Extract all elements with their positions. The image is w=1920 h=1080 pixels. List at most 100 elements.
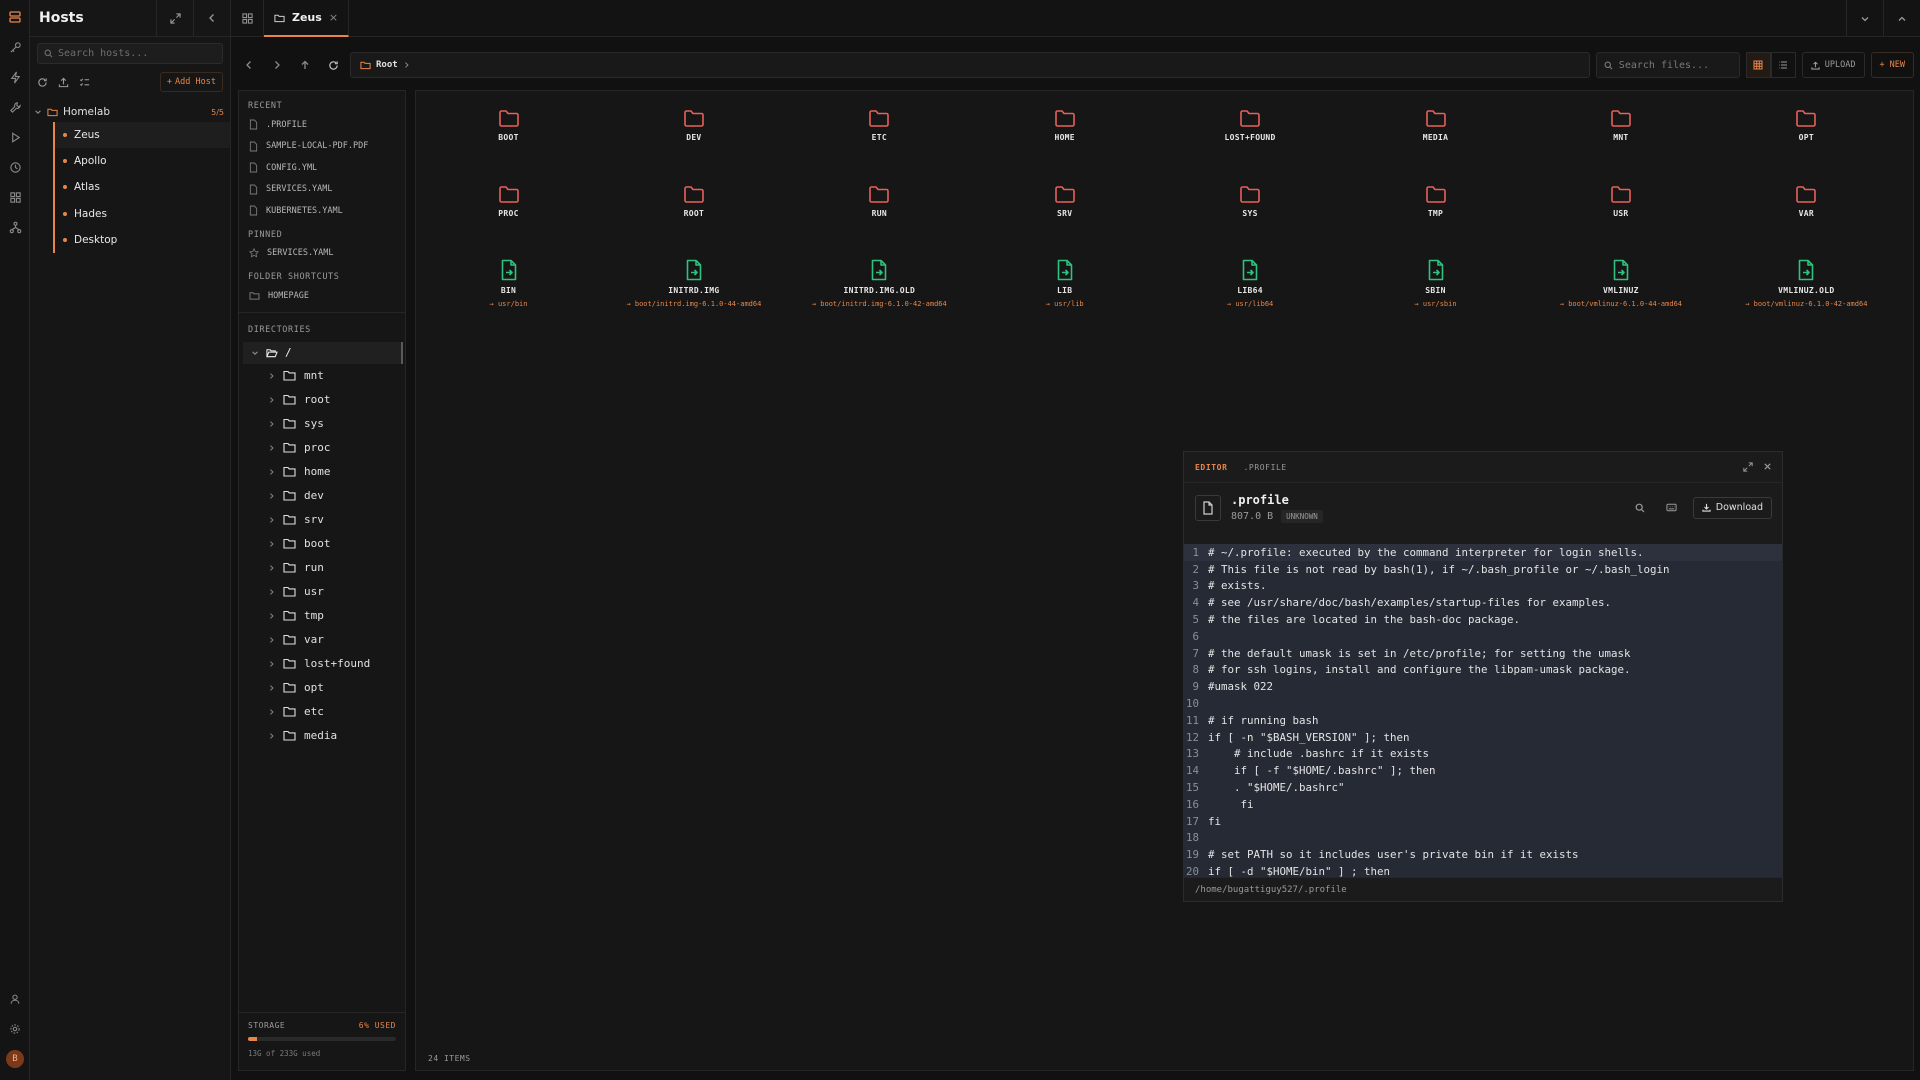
host-group-homelab[interactable]: Homelab 5/5 — [30, 102, 230, 122]
directory-item[interactable]: usr — [239, 580, 405, 604]
folder-item[interactable]: PROC — [416, 185, 601, 218]
directory-item[interactable]: media — [239, 724, 405, 748]
chevron-right-icon[interactable] — [268, 516, 275, 524]
chevron-right-icon[interactable] — [268, 372, 275, 380]
refresh-icon[interactable] — [37, 77, 48, 88]
folder-item[interactable]: TMP — [1343, 185, 1528, 218]
host-search-input[interactable]: Search hosts... — [37, 43, 223, 64]
code-area[interactable]: 1 # ~/.profile: executed by the command i… — [1184, 544, 1782, 878]
chevron-right-icon[interactable] — [268, 612, 275, 620]
folder-item[interactable]: LOST+FOUND — [1158, 109, 1343, 142]
directory-item[interactable]: home — [239, 460, 405, 484]
symlink-item[interactable]: SBIN → usr/sbin — [1343, 259, 1528, 308]
sidebar-file-item[interactable]: KUBERNETES.YAML — [239, 200, 405, 222]
file-search-input[interactable]: Search files... — [1595, 52, 1740, 78]
host-item[interactable]: Atlas — [53, 174, 230, 201]
symlink-item[interactable]: INITRD.IMG → boot/initrd.img-6.1.0-44-amd… — [601, 259, 786, 308]
folder-item[interactable]: BOOT — [416, 109, 601, 142]
chevron-right-icon[interactable] — [268, 636, 275, 644]
chevron-up-icon[interactable] — [1883, 0, 1920, 37]
directory-item[interactable]: etc — [239, 700, 405, 724]
close-tab-icon[interactable]: × — [329, 11, 338, 24]
directory-item[interactable]: srv — [239, 508, 405, 532]
host-item[interactable]: Desktop — [53, 226, 230, 253]
folder-item[interactable]: ROOT — [601, 185, 786, 218]
host-item[interactable]: Zeus — [53, 122, 230, 149]
folder-item[interactable]: HOME — [972, 109, 1157, 142]
folder-item[interactable]: USR — [1528, 185, 1713, 218]
folder-item[interactable]: VAR — [1714, 185, 1899, 218]
directory-item[interactable]: mnt — [239, 364, 405, 388]
settings-gear-icon[interactable] — [0, 1014, 30, 1044]
network-icon[interactable] — [0, 212, 30, 242]
chevron-right-icon[interactable] — [268, 492, 275, 500]
directory-root[interactable]: / — [243, 341, 403, 364]
symlink-item[interactable]: VMLINUZ → boot/vmlinuz-6.1.0-44-amd64 — [1528, 259, 1713, 308]
host-item[interactable]: Hades — [53, 200, 230, 227]
chevron-right-icon[interactable] — [268, 708, 275, 716]
add-host-button[interactable]: + Add Host — [159, 72, 223, 92]
back-chevron-icon[interactable] — [238, 54, 260, 76]
folder-item[interactable]: RUN — [787, 185, 972, 218]
folder-item[interactable]: DEV — [601, 109, 786, 142]
chevron-right-icon[interactable] — [268, 684, 275, 692]
directory-item[interactable]: opt — [239, 676, 405, 700]
symlink-item[interactable]: INITRD.IMG.OLD → boot/initrd.img-6.1.0-42… — [787, 259, 972, 308]
hosts-icon[interactable] — [0, 2, 30, 32]
editor-tab-file[interactable]: .PROFILE — [1244, 463, 1287, 472]
expand-icon[interactable] — [156, 0, 193, 37]
list-view-icon[interactable] — [1770, 52, 1796, 78]
chevron-right-icon[interactable] — [268, 420, 275, 428]
sidebar-file-item[interactable]: SAMPLE-LOCAL-PDF.PDF — [239, 136, 405, 158]
chevron-right-icon[interactable] — [268, 540, 275, 548]
folder-item[interactable]: ETC — [787, 109, 972, 142]
symlink-item[interactable]: LIB64 → usr/lib64 — [1158, 259, 1343, 308]
keyboard-icon[interactable] — [1661, 497, 1683, 519]
chevron-right-icon[interactable] — [268, 732, 275, 740]
directory-item[interactable]: lost+found — [239, 652, 405, 676]
symlink-item[interactable]: BIN → usr/bin — [416, 259, 601, 308]
folder-item[interactable]: MEDIA — [1343, 109, 1528, 142]
chevron-right-icon[interactable] — [268, 660, 275, 668]
checklist-icon[interactable] — [79, 77, 90, 88]
new-button[interactable]: + NEW — [1870, 52, 1914, 78]
folder-item[interactable]: SYS — [1158, 185, 1343, 218]
directory-item[interactable]: boot — [239, 532, 405, 556]
breadcrumb[interactable]: Root — [350, 52, 1590, 78]
forward-chevron-icon[interactable] — [266, 54, 288, 76]
bolt-icon[interactable] — [0, 62, 30, 92]
chevron-right-icon[interactable] — [268, 564, 275, 572]
collapse-chevron-icon[interactable] — [193, 0, 230, 37]
download-button[interactable]: Download — [1692, 496, 1772, 519]
maximize-icon[interactable] — [1743, 462, 1753, 472]
chevron-down-icon[interactable] — [1846, 0, 1883, 37]
avatar[interactable]: B — [6, 1050, 24, 1068]
directory-item[interactable]: sys — [239, 412, 405, 436]
breadcrumb-root[interactable]: Root — [376, 60, 398, 70]
directory-item[interactable]: root — [239, 388, 405, 412]
import-icon[interactable] — [58, 77, 69, 88]
directory-item[interactable]: var — [239, 628, 405, 652]
grid-view-icon[interactable] — [1745, 52, 1771, 78]
wrench-icon[interactable] — [0, 92, 30, 122]
sidebar-file-item[interactable]: SERVICES.YAML — [239, 179, 405, 201]
directory-item[interactable]: proc — [239, 436, 405, 460]
sidebar-file-item[interactable]: CONFIG.YML — [239, 157, 405, 179]
chevron-right-icon[interactable] — [268, 588, 275, 596]
sidebar-file-item[interactable]: SERVICES.YAML — [239, 243, 405, 265]
folder-item[interactable]: MNT — [1528, 109, 1713, 142]
folder-item[interactable]: OPT — [1714, 109, 1899, 142]
grid-icon[interactable] — [0, 182, 30, 212]
tab-zeus[interactable]: Zeus × — [264, 0, 350, 37]
play-icon[interactable] — [0, 122, 30, 152]
symlink-item[interactable]: VMLINUZ.OLD → boot/vmlinuz-6.1.0-42-amd64 — [1714, 259, 1899, 308]
sidebar-file-item[interactable]: .PROFILE — [239, 114, 405, 136]
up-arrow-icon[interactable] — [294, 54, 316, 76]
close-icon[interactable] — [1763, 462, 1772, 472]
chevron-right-icon[interactable] — [268, 396, 275, 404]
chevron-right-icon[interactable] — [268, 468, 275, 476]
chevron-right-icon[interactable] — [268, 444, 275, 452]
upload-button[interactable]: UPLOAD — [1801, 52, 1865, 78]
clock-icon[interactable] — [0, 152, 30, 182]
sidebar-file-item[interactable]: HOMEPAGE — [239, 285, 405, 307]
